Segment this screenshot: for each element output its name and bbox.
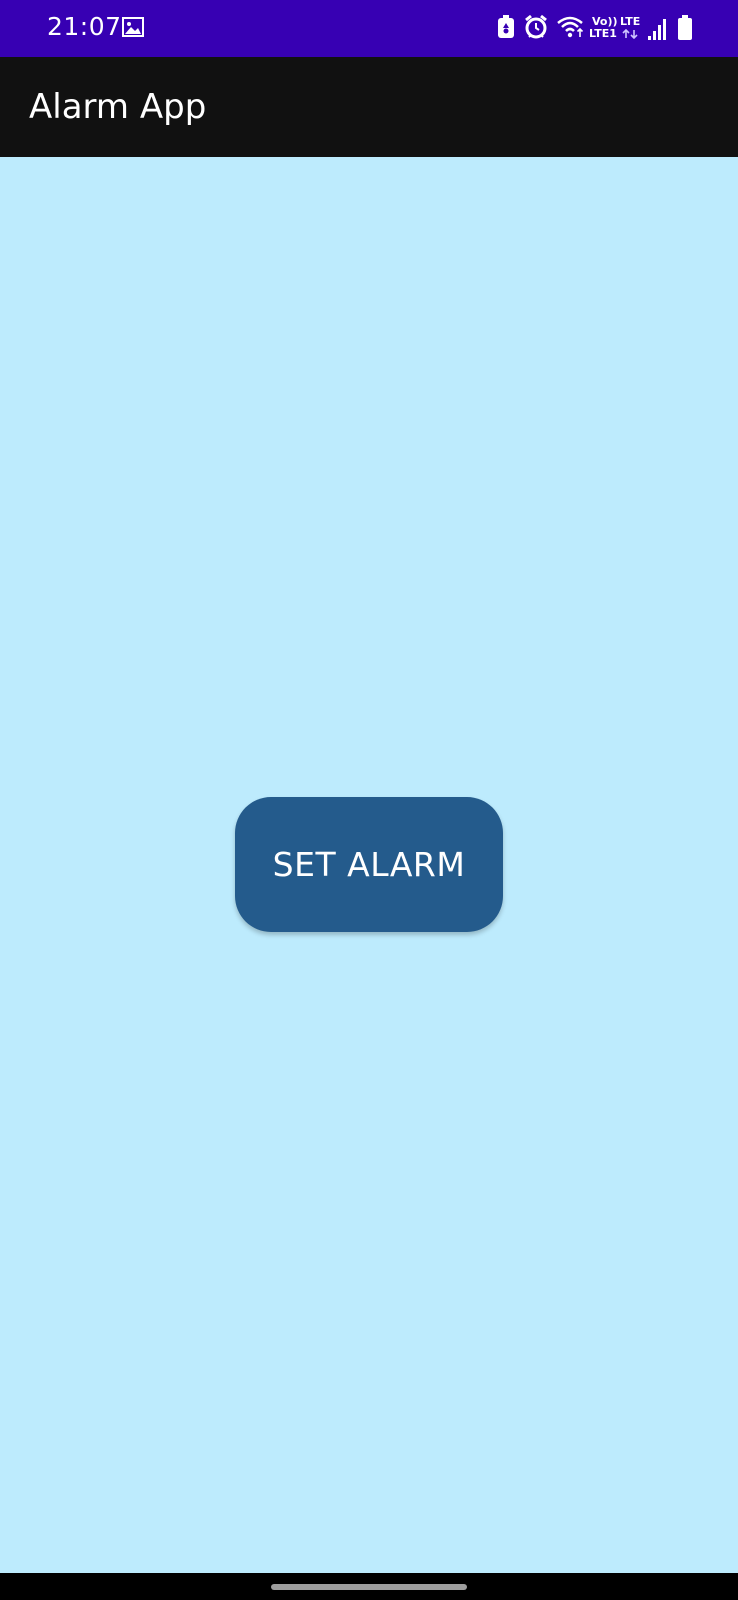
gallery-icon bbox=[122, 17, 144, 37]
volte-label: Vo)) bbox=[592, 15, 618, 28]
lte1-label: LTE1 bbox=[589, 27, 617, 40]
home-indicator[interactable] bbox=[271, 1584, 467, 1590]
app-bar: Alarm App bbox=[0, 57, 738, 157]
signal-icon bbox=[648, 19, 666, 40]
status-time: 21:07 bbox=[47, 12, 122, 41]
wifi-icon bbox=[557, 16, 584, 38]
alarm-icon bbox=[525, 14, 547, 39]
lte-label: LTE bbox=[620, 15, 641, 28]
battery-icon bbox=[678, 15, 692, 40]
status-bar: 21:07 Vo)) LTE1 LTE bbox=[0, 0, 738, 57]
battery-saver-icon bbox=[498, 15, 514, 38]
app-title: Alarm App bbox=[29, 87, 207, 127]
data-activity-icon bbox=[622, 29, 638, 39]
navigation-bar bbox=[0, 1573, 738, 1600]
set-alarm-button[interactable]: SET ALARM bbox=[235, 797, 503, 932]
